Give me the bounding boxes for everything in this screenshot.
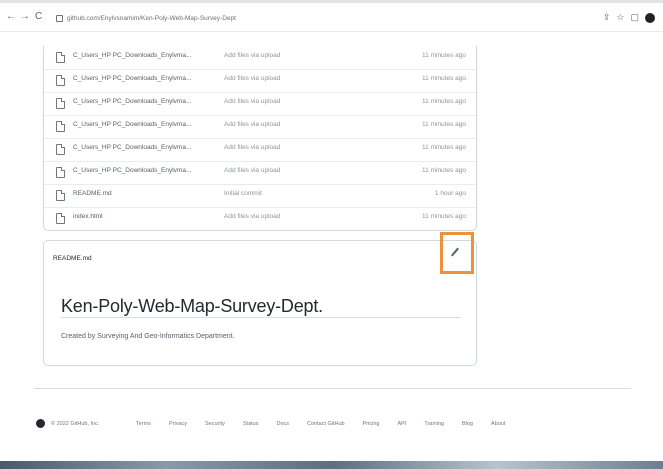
footer-link-training[interactable]: Training — [424, 421, 444, 427]
file-name[interactable]: C_Users_HP PC_Downloads_Enylvma... — [73, 167, 191, 174]
commit-message[interactable]: Add files via upload — [224, 98, 280, 105]
commit-time: 11 minutes ago — [422, 98, 466, 105]
commit-time: 1 hour ago — [434, 190, 466, 197]
lock-icon — [56, 14, 63, 22]
file-row[interactable]: C_Users_HP PC_Downloads_Enylvma... Add f… — [44, 69, 476, 93]
file-row[interactable]: README.md Initial commit 1 hour ago — [44, 184, 476, 208]
footer-link-privacy[interactable]: Privacy — [169, 421, 187, 427]
file-row[interactable]: C_Users_HP PC_Downloads_Enylvma... Add f… — [44, 138, 476, 162]
file-name[interactable]: C_Users_HP PC_Downloads_Enylvma... — [73, 144, 191, 151]
footer-link-security[interactable]: Security — [205, 421, 225, 427]
file-row[interactable]: C_Users_HP PC_Downloads_Enylvma... Add f… — [44, 46, 476, 70]
file-icon — [56, 167, 65, 178]
star-icon[interactable]: ☆ — [616, 12, 630, 22]
url-text: github.com/Enylvsnamim/Ken-Poly-Web-Map-… — [67, 15, 236, 22]
file-row[interactable]: C_Users_HP PC_Downloads_Enylvma... Add f… — [44, 161, 476, 185]
footer-links: Terms Privacy Security Status Docs Conta… — [136, 421, 523, 427]
file-name[interactable]: C_Users_HP PC_Downloads_Enylvma... — [73, 98, 191, 105]
commit-time: 11 minutes ago — [422, 121, 466, 128]
readme-title: Ken-Poly-Web-Map-Survey-Dept. — [61, 296, 323, 316]
os-taskbar — [0, 461, 663, 469]
share-icon[interactable]: ⇪ — [603, 12, 617, 22]
footer-copyright: © 2022 GitHub, Inc. — [51, 421, 100, 427]
commit-message[interactable]: Add files via upload — [224, 121, 280, 128]
browser-actions: ⇪☆▢ — [603, 12, 655, 23]
file-row[interactable]: C_Users_HP PC_Downloads_Enylvma... Add f… — [44, 92, 476, 116]
readme-description: Created by Surveying And Geo-Informatics… — [61, 333, 235, 340]
footer-link-terms[interactable]: Terms — [136, 421, 151, 427]
tab-icon[interactable]: ▢ — [630, 12, 645, 22]
readme-divider — [61, 317, 461, 318]
github-logo-icon[interactable] — [36, 419, 45, 428]
readme-panel: README.md Ken-Poly-Web-Map-Survey-Dept. … — [43, 232, 477, 366]
commit-time: 11 minutes ago — [422, 52, 466, 59]
file-list: C_Users_HP PC_Downloads_Enylvma... Add f… — [43, 46, 477, 231]
file-icon — [56, 213, 65, 224]
profile-avatar[interactable] — [645, 12, 655, 23]
file-icon — [56, 75, 65, 86]
footer-link-contact[interactable]: Contact GitHub — [307, 421, 345, 427]
file-name[interactable]: README.md — [73, 190, 112, 197]
file-row[interactable]: C_Users_HP PC_Downloads_Enylvma... Add f… — [44, 115, 476, 139]
file-name[interactable]: C_Users_HP PC_Downloads_Enylvma... — [73, 52, 191, 59]
file-name[interactable]: C_Users_HP PC_Downloads_Enylvma... — [73, 121, 191, 128]
file-icon — [56, 121, 65, 132]
browser-toolbar: ← → C github.com/Enylvsnamim/Ken-Poly-We… — [0, 3, 663, 32]
commit-message[interactable]: Add files via upload — [224, 75, 280, 82]
commit-message[interactable]: Initial commit — [224, 190, 262, 197]
footer-link-status[interactable]: Status — [243, 421, 259, 427]
file-icon — [56, 98, 65, 109]
commit-time: 11 minutes ago — [422, 167, 466, 174]
edit-readme-button[interactable] — [440, 232, 474, 274]
commit-time: 11 minutes ago — [422, 213, 466, 220]
file-icon — [56, 144, 65, 155]
file-name[interactable]: C_Users_HP PC_Downloads_Enylvma... — [73, 75, 191, 82]
footer-link-docs[interactable]: Docs — [276, 421, 289, 427]
commit-message[interactable]: Add files via upload — [224, 52, 280, 59]
file-icon — [56, 190, 65, 201]
footer-link-blog[interactable]: Blog — [462, 421, 473, 427]
forward-button[interactable]: → — [20, 12, 30, 22]
commit-message[interactable]: Add files via upload — [224, 167, 280, 174]
commit-time: 11 minutes ago — [422, 75, 466, 82]
back-button[interactable]: ← — [6, 12, 16, 22]
reload-button[interactable]: C — [35, 12, 42, 22]
readme-header: README.md — [53, 255, 92, 262]
file-icon — [56, 52, 65, 63]
footer-link-api[interactable]: API — [397, 421, 406, 427]
commit-message[interactable]: Add files via upload — [224, 144, 280, 151]
commit-message[interactable]: Add files via upload — [224, 213, 280, 220]
file-row[interactable]: index.html Add files via upload 11 minut… — [44, 207, 476, 230]
address-bar[interactable]: github.com/Enylvsnamim/Ken-Poly-Web-Map-… — [56, 13, 476, 25]
commit-time: 11 minutes ago — [422, 144, 466, 151]
file-name[interactable]: index.html — [73, 213, 103, 220]
pencil-icon — [451, 247, 459, 257]
footer-link-pricing[interactable]: Pricing — [363, 421, 380, 427]
footer-divider — [34, 388, 631, 389]
footer-link-about[interactable]: About — [491, 421, 505, 427]
